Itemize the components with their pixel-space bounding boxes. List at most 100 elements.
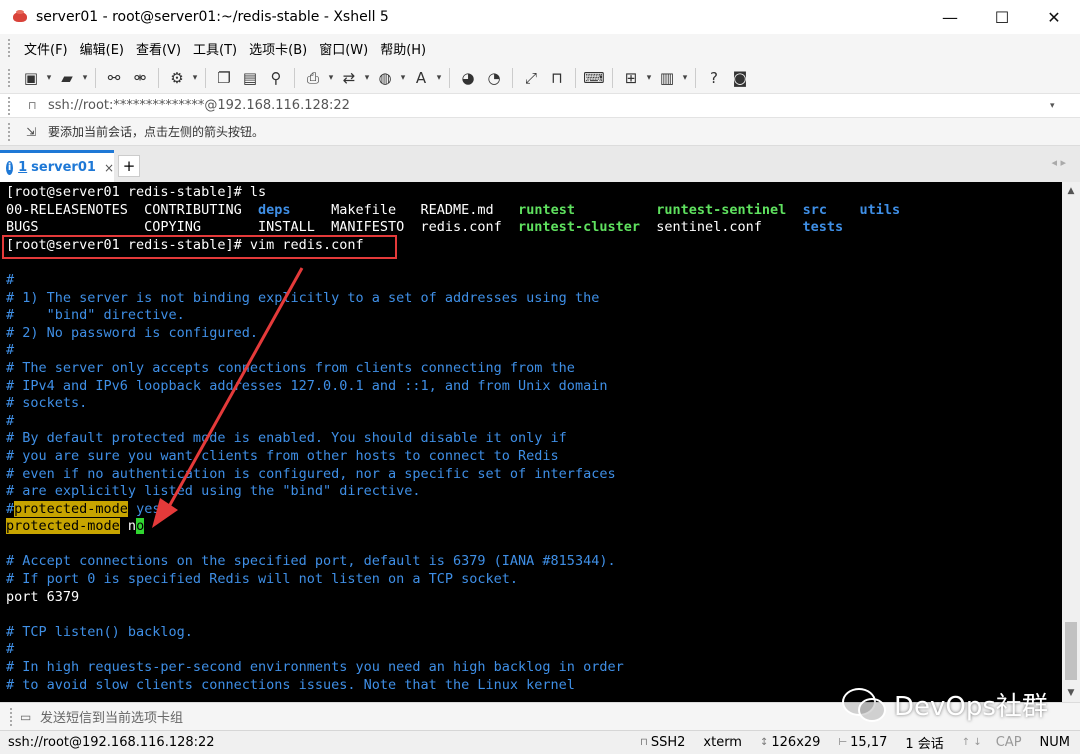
keyboard-icon[interactable]: ⌨ — [583, 67, 605, 89]
toolbar-separator — [512, 67, 513, 88]
compose-input[interactable]: 发送短信到当前选项卡组 — [40, 707, 183, 726]
transfer-icon[interactable]: ⇄ — [338, 67, 360, 89]
terminal-scrollbar[interactable]: ▲ ▼ — [1062, 182, 1080, 702]
lock-screen-icon[interactable]: ⊓ — [546, 67, 568, 89]
toolbar-grip — [8, 68, 12, 87]
watermark: DevOps社群 — [842, 683, 1052, 725]
scroll-up-icon[interactable]: ▲ — [1062, 182, 1080, 200]
terminal-text: deps — [257, 201, 291, 218]
properties-icon[interactable]: ⚙ — [166, 67, 188, 89]
terminal-line: # sockets. — [6, 395, 1062, 413]
status-size-text: 126x29 — [771, 735, 821, 750]
minimize-button[interactable]: — — [924, 0, 976, 34]
status-cap-text: CAP — [995, 735, 1022, 750]
connect-icon[interactable]: ⚯ — [103, 67, 125, 89]
terminal-text: runtest-sentinel — [656, 201, 787, 218]
terminal-output[interactable]: [root@server01 redis-stable]# ls 00-RELEA… — [0, 182, 1062, 702]
status-size: ↕ 126x29 — [760, 735, 820, 750]
paste-icon[interactable]: ▤ — [239, 67, 261, 89]
print-icon[interactable]: ⎙ — [302, 67, 324, 89]
scroll-down-icon[interactable]: ▼ — [1062, 684, 1080, 702]
terminal-line: port 6379 — [6, 589, 1062, 607]
copy-icon[interactable]: ❐ — [213, 67, 235, 89]
add-tab-button[interactable]: + — [118, 155, 140, 177]
new-session-icon[interactable]: ▣ — [20, 67, 42, 89]
terminal-line: # "bind" directive. — [6, 307, 1062, 325]
status-cursor-text: 15,17 — [850, 735, 888, 750]
tab-close-icon[interactable]: × — [104, 161, 114, 175]
toolbar-separator — [575, 67, 576, 88]
tab-server01[interactable]: i 1 server01 × — [0, 150, 114, 182]
font-caret-icon[interactable]: ▾ — [434, 67, 444, 89]
add-session-arrow-icon[interactable]: ⇲ — [26, 125, 44, 139]
session-nav-arrows-icon[interactable]: ↑ ↓ — [962, 737, 982, 748]
toolbar-separator — [695, 67, 696, 88]
terminal-line: # The server only accepts connections fr… — [6, 360, 1062, 378]
globe-icon[interactable]: ◍ — [374, 67, 396, 89]
transfer-caret-icon[interactable]: ▾ — [362, 67, 372, 89]
layout-caret-icon[interactable]: ▾ — [680, 67, 690, 89]
menu-tools[interactable]: 工具(T) — [187, 39, 243, 58]
terminal-text: protected-mode — [6, 518, 120, 535]
globe-caret-icon[interactable]: ▾ — [398, 67, 408, 89]
address-dropdown-icon[interactable]: ▾ — [1050, 101, 1070, 111]
open-folder-icon[interactable]: ▰ — [56, 67, 78, 89]
terminal-text: utils — [859, 201, 901, 218]
font-icon[interactable]: A — [410, 67, 432, 89]
terminal-text: # are explicitly listed using the "bind"… — [6, 483, 421, 500]
fullscreen-icon[interactable]: ⤢ — [520, 67, 542, 89]
status-cursor: ⊢ 15,17 — [838, 735, 887, 750]
menu-help[interactable]: 帮助(H) — [374, 39, 432, 58]
new-session-caret-icon[interactable]: ▾ — [44, 67, 54, 89]
terminal-text: # If port 0 is specified Redis will not … — [6, 571, 519, 588]
menu-tabs[interactable]: 选项卡(B) — [243, 39, 313, 58]
terminal-line: # even if no authentication is configure… — [6, 466, 1062, 484]
wechat-logo-icon — [842, 684, 886, 724]
status-protocol: ⊓ SSH2 — [640, 735, 685, 750]
terminal-text: protected-mode — [14, 500, 128, 517]
close-button[interactable]: ✕ — [1028, 0, 1080, 34]
address-input[interactable]: ssh://root:**************@192.168.116.12… — [48, 98, 1050, 113]
help-icon[interactable]: ? — [703, 67, 725, 89]
terminal-text: BUGS COPYING INSTALL MANIFESTO redis.con… — [6, 219, 519, 236]
find-icon[interactable]: ⚲ — [265, 67, 287, 89]
print-caret-icon[interactable]: ▾ — [326, 67, 336, 89]
status-sessions: 1 会话 — [905, 733, 943, 752]
chat-icon[interactable]: ◙ — [729, 67, 751, 89]
toolbar-separator — [612, 67, 613, 88]
terminal-text: # — [6, 500, 15, 517]
disconnect-icon[interactable]: ⚮ — [129, 67, 151, 89]
terminal-text: o — [136, 518, 145, 535]
add-tab-caret-icon[interactable]: ▾ — [644, 67, 654, 89]
menu-window[interactable]: 窗口(W) — [313, 39, 374, 58]
menu-bar: 文件(F) 编辑(E) 查看(V) 工具(T) 选项卡(B) 窗口(W) 帮助(… — [0, 34, 1080, 62]
menu-view[interactable]: 查看(V) — [130, 39, 187, 58]
status-term-text: xterm — [703, 735, 742, 750]
terminal-text: runtest-cluster — [518, 219, 640, 236]
menu-file[interactable]: 文件(F) — [18, 39, 74, 58]
tab-nav-arrows-icon[interactable]: ◂ ▸ — [1051, 156, 1066, 169]
window-controls: — ☐ ✕ — [924, 0, 1080, 34]
terminal-line: # Accept connections on the specified po… — [6, 553, 1062, 571]
properties-caret-icon[interactable]: ▾ — [190, 67, 200, 89]
terminal-line: # you are sure you want clients from oth… — [6, 448, 1062, 466]
terminal-line: # In high requests-per-second environmen… — [6, 659, 1062, 677]
terminal-text: # Accept connections on the specified po… — [6, 553, 616, 570]
layout-icon[interactable]: ▥ — [656, 67, 678, 89]
terminal-text: # to avoid slow clients connections issu… — [6, 676, 575, 693]
status-cap: CAP — [996, 735, 1022, 750]
scrollbar-thumb[interactable] — [1065, 622, 1077, 680]
xftp-icon[interactable]: ◕ — [457, 67, 479, 89]
script-icon[interactable]: ◔ — [483, 67, 505, 89]
add-tab-icon[interactable]: ⊞ — [620, 67, 642, 89]
terminal-text: # "bind" directive. — [6, 307, 185, 324]
status-num: NUM — [1040, 735, 1070, 750]
maximize-button[interactable]: ☐ — [976, 0, 1028, 34]
open-folder-caret-icon[interactable]: ▾ — [80, 67, 90, 89]
menu-edit[interactable]: 编辑(E) — [74, 39, 130, 58]
terminal-text: 00-RELEASENOTES CONTRIBUTING — [6, 201, 258, 218]
